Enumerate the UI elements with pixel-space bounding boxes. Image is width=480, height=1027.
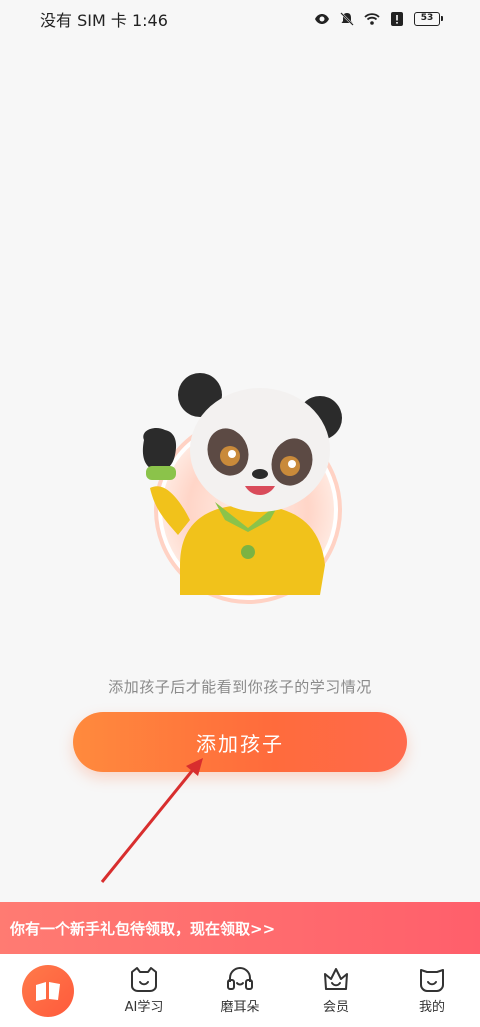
status-bar: 没有 SIM 卡 1:46 53 bbox=[0, 0, 480, 38]
panda-mascot-illustration bbox=[142, 373, 342, 604]
nav-label-listening: 磨耳朵 bbox=[220, 1000, 260, 1015]
wifi-icon bbox=[364, 13, 380, 25]
nav-label-membership: 会员 bbox=[322, 1000, 349, 1015]
home-button[interactable] bbox=[22, 964, 74, 1017]
mute-bell-icon bbox=[340, 12, 354, 26]
battery-icon: 53 bbox=[414, 12, 443, 26]
promo-banner-text: 你有一个新手礼包待领取，现在领取>> bbox=[10, 919, 276, 938]
carrier-time-text: 没有 SIM 卡 1:46 bbox=[40, 11, 168, 30]
open-book-icon bbox=[36, 981, 60, 1001]
nav-item-profile[interactable]: 我的 bbox=[384, 954, 480, 1027]
promo-banner[interactable]: 你有一个新手礼包待领取，现在领取>> bbox=[0, 902, 480, 954]
bottom-nav: AI学习 磨耳朵 会员 我的 bbox=[0, 954, 480, 1027]
nav-label-ai-learning: AI学习 bbox=[124, 1000, 164, 1015]
cat-face-icon bbox=[131, 967, 157, 992]
headphones-icon bbox=[227, 966, 253, 990]
nav-item-ai-learning[interactable]: AI学习 bbox=[96, 954, 192, 1027]
nav-item-membership[interactable]: 会员 bbox=[288, 954, 384, 1027]
add-child-hint-text: 添加孩子后才能看到你孩子的学习情况 bbox=[108, 678, 372, 696]
alert-icon bbox=[391, 12, 403, 26]
nav-item-home[interactable] bbox=[0, 954, 96, 1027]
crown-icon bbox=[324, 968, 348, 990]
profile-face-icon bbox=[420, 969, 444, 992]
nav-label-profile: 我的 bbox=[418, 1000, 445, 1015]
nav-item-listening[interactable]: 磨耳朵 bbox=[192, 954, 288, 1027]
eye-icon bbox=[315, 14, 329, 24]
add-child-button[interactable]: 添加孩子 bbox=[73, 712, 407, 772]
